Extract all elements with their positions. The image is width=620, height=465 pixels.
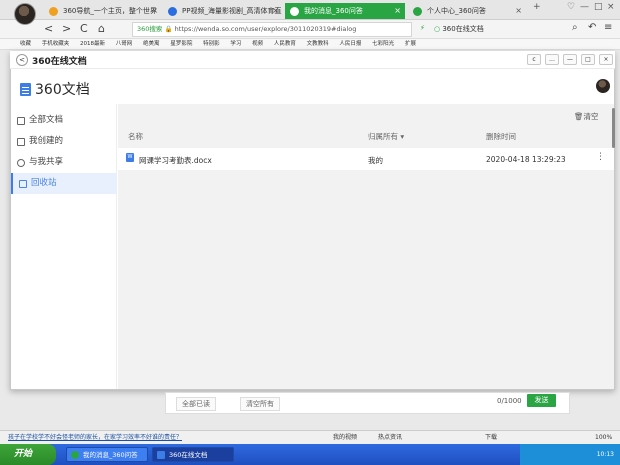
browser-tab-360-nav[interactable]: 360导航_一个主页，整个世界 × bbox=[44, 3, 162, 19]
url-text: https://wenda.so.com/user/explore/301102… bbox=[174, 25, 357, 33]
search-box[interactable]: ○ 360在线文档 bbox=[434, 24, 554, 36]
favorite-icon[interactable]: ♡ bbox=[567, 2, 575, 12]
360-icon bbox=[49, 7, 58, 16]
status-news-link[interactable]: 孩子在学校学不好会怪老师的家长，在家学习效率不好谁的责任？ bbox=[8, 434, 182, 441]
word-file-icon: W bbox=[126, 153, 134, 162]
document-icon bbox=[17, 117, 25, 125]
hot-news-item[interactable]: 热点资讯 bbox=[378, 431, 402, 445]
sidebar-item-created-by-me[interactable]: 我创建的 bbox=[11, 131, 117, 152]
column-header-owner[interactable]: 归属所有 ▾ bbox=[368, 131, 404, 142]
browser-status-bar: 孩子在学校学不好会怪老师的家长，在家学习效率不好谁的责任？ 我的视频 热点资讯 … bbox=[0, 430, 620, 444]
bookmark-item[interactable]: 扩展 bbox=[405, 41, 416, 47]
forward-button[interactable]: > bbox=[62, 22, 71, 35]
lightning-icon[interactable]: ⚡ bbox=[420, 24, 425, 32]
browser-user-avatar[interactable] bbox=[14, 3, 36, 25]
search-engine-icon: ○ bbox=[434, 25, 441, 33]
sidebar-item-label: 回收站 bbox=[31, 178, 57, 188]
reload-button[interactable]: C bbox=[80, 22, 88, 35]
column-header-name[interactable]: 名称 bbox=[128, 131, 143, 142]
docs-logo: 360文档 bbox=[20, 79, 90, 99]
tab-close-icon[interactable]: × bbox=[515, 3, 522, 19]
clock[interactable]: 10:13 bbox=[597, 451, 614, 458]
bookmark-item[interactable]: 绝美寓 bbox=[143, 41, 160, 47]
bookmarks-bar: 收藏 手机收藏夹 2018最新 八哥网 绝美寓 星罗影院 特别影 学习 视频 人… bbox=[0, 39, 620, 50]
trash-icon: 🗑 bbox=[574, 112, 584, 121]
system-tray: 10:13 bbox=[520, 444, 620, 465]
home-button[interactable]: ⌂ bbox=[98, 22, 105, 35]
undo-icon[interactable]: ↶ bbox=[588, 22, 596, 33]
my-videos-item[interactable]: 我的视频 bbox=[333, 431, 357, 445]
minimize-button[interactable]: — bbox=[580, 2, 589, 12]
column-header-deleted-time[interactable]: 删除时间 bbox=[486, 131, 516, 142]
file-name[interactable]: 网课学习考勤表.docx bbox=[139, 155, 212, 166]
url-input[interactable]: 360搜索 🔒 https://wenda.so.com/user/explor… bbox=[132, 22, 412, 37]
trash-icon bbox=[19, 180, 27, 188]
bookmark-item[interactable]: 人民日报 bbox=[339, 41, 361, 47]
tab-close-icon[interactable]: × bbox=[394, 3, 401, 19]
taskbar-item-online-docs[interactable]: 360在线文档 bbox=[152, 447, 234, 462]
sidebar-item-all-docs[interactable]: 全部文档 bbox=[11, 110, 117, 131]
tab-close-icon[interactable]: × bbox=[272, 3, 279, 19]
browser-tab-personal-center[interactable]: 个人中心_360问答 × bbox=[408, 3, 526, 19]
browser-tab-pp-video[interactable]: PP视频_海量影视剧_高清体育直 × bbox=[163, 3, 283, 19]
close-button[interactable]: × bbox=[607, 2, 615, 12]
sidebar-item-label: 与我共享 bbox=[29, 157, 64, 167]
char-counter: 0/1000 bbox=[497, 397, 522, 405]
user-avatar[interactable] bbox=[596, 79, 610, 93]
dialog-header bbox=[10, 51, 615, 69]
pp-video-icon bbox=[168, 7, 177, 16]
menu-icon[interactable]: ≡ bbox=[604, 22, 612, 33]
url-prefix: 360搜索 bbox=[137, 25, 163, 33]
sidebar-item-recycle-bin[interactable]: 回收站 bbox=[11, 173, 117, 194]
bookmark-item[interactable]: 手机收藏夹 bbox=[42, 41, 70, 47]
refresh-icon[interactable]: c bbox=[527, 54, 541, 65]
file-deleted-time: 2020-04-18 13:29:23 bbox=[486, 155, 566, 164]
lock-icon: 🔒 bbox=[164, 25, 173, 33]
recycle-bin-content bbox=[118, 104, 614, 389]
sidebar-item-shared-with-me[interactable]: 与我共享 bbox=[11, 152, 117, 173]
download-item[interactable]: 下载 bbox=[485, 431, 497, 445]
dialog-back-button[interactable]: < bbox=[16, 54, 28, 66]
bookmark-item[interactable]: 星罗影院 bbox=[170, 41, 192, 47]
more-options-button[interactable]: ... bbox=[545, 54, 559, 65]
send-button[interactable]: 发送 bbox=[527, 394, 556, 407]
new-tab-button[interactable]: + bbox=[533, 2, 541, 12]
sidebar-item-label: 我创建的 bbox=[29, 136, 64, 146]
scrollbar[interactable] bbox=[612, 108, 615, 148]
360-wenda-icon bbox=[413, 7, 422, 16]
file-owner: 我的 bbox=[368, 156, 383, 165]
bookmark-item[interactable]: 2018最新 bbox=[80, 41, 105, 47]
row-more-icon[interactable]: ⋮ bbox=[596, 152, 605, 162]
back-button[interactable]: < bbox=[44, 22, 53, 35]
start-button[interactable]: 开始 bbox=[0, 444, 56, 465]
shared-users-icon bbox=[17, 159, 25, 167]
dialog-close-button[interactable]: × bbox=[599, 54, 613, 65]
maximize-button[interactable]: □ bbox=[594, 2, 603, 12]
360-wenda-icon bbox=[290, 7, 299, 16]
clear-bin-button[interactable]: 🗑清空 bbox=[574, 111, 599, 122]
mark-all-read-button[interactable]: 全部已读 bbox=[176, 397, 216, 411]
document-icon bbox=[157, 451, 165, 459]
browser-tab-my-messages[interactable]: 我的消息_360问答 × bbox=[285, 3, 405, 19]
dialog-minimize-button[interactable]: — bbox=[563, 54, 577, 65]
zoom-level[interactable]: 100% bbox=[595, 431, 612, 445]
bookmark-item[interactable]: 学习 bbox=[230, 41, 241, 47]
search-icon[interactable]: ⌕ bbox=[572, 22, 578, 33]
bookmark-item[interactable]: 文教教科 bbox=[307, 41, 329, 47]
bookmark-item[interactable]: 特别影 bbox=[203, 41, 220, 47]
dialog-maximize-button[interactable]: □ bbox=[581, 54, 595, 65]
browser-icon bbox=[71, 451, 79, 459]
taskbar-item-my-messages[interactable]: 我的消息_360问答 bbox=[66, 447, 148, 462]
bookmark-item[interactable]: 人民教育 bbox=[274, 41, 296, 47]
bookmark-item[interactable]: 视频 bbox=[252, 41, 263, 47]
tab-close-icon[interactable]: × bbox=[151, 3, 158, 19]
sidebar-item-label: 全部文档 bbox=[29, 115, 64, 125]
clear-all-button[interactable]: 清空所有 bbox=[240, 397, 280, 411]
bookmark-item[interactable]: 七彩阳光 bbox=[372, 41, 394, 47]
bookmark-item[interactable]: 八哥网 bbox=[116, 41, 133, 47]
dialog-title: 360在线文档 bbox=[32, 57, 87, 67]
add-document-icon bbox=[17, 138, 25, 146]
bookmark-item[interactable]: 收藏 bbox=[20, 41, 31, 47]
document-icon bbox=[20, 83, 31, 96]
